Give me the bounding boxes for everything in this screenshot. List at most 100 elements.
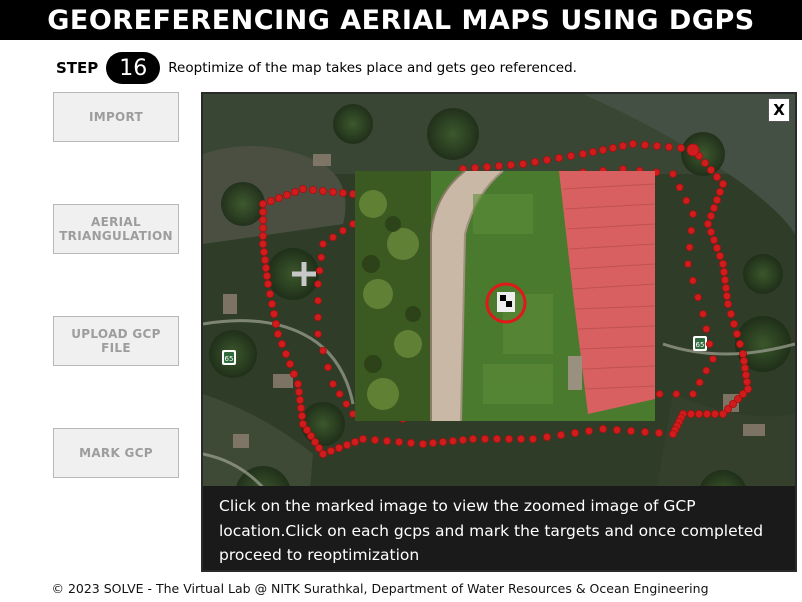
gcp-marker-dot[interactable] bbox=[458, 435, 467, 444]
gcp-marker-dot[interactable] bbox=[542, 432, 551, 441]
gcp-marker-dot[interactable] bbox=[702, 409, 711, 418]
gcp-marker-dot[interactable] bbox=[640, 427, 649, 436]
gcp-marker-dot[interactable] bbox=[295, 387, 304, 396]
gcp-marker-dot[interactable] bbox=[598, 424, 607, 433]
gcp-marker-dot[interactable] bbox=[706, 212, 715, 221]
gcp-marker-dot[interactable] bbox=[268, 299, 277, 308]
gcp-marker-dot[interactable] bbox=[741, 363, 750, 372]
gcp-marker-dot[interactable] bbox=[668, 429, 677, 438]
gcp-marker-dot[interactable] bbox=[730, 319, 739, 328]
gcp-marker-dot[interactable] bbox=[694, 409, 703, 418]
gcp-marker-dot[interactable] bbox=[358, 434, 367, 443]
gcp-marker-dot[interactable] bbox=[314, 296, 322, 305]
gcp-marker-dot[interactable] bbox=[482, 163, 491, 172]
gcp-marker-dot[interactable] bbox=[684, 260, 692, 268]
gcp-marker-dot[interactable] bbox=[608, 144, 617, 153]
gcp-marker-dot[interactable] bbox=[687, 226, 696, 235]
gcp-marker-dot[interactable] bbox=[309, 186, 318, 195]
gcp-marker-dot[interactable] bbox=[712, 196, 721, 205]
gcp-marker-dot[interactable] bbox=[259, 208, 268, 217]
gcp-marker-dot[interactable] bbox=[448, 436, 457, 445]
gcp-marker-dot[interactable] bbox=[686, 143, 700, 157]
gcp-marker-dot[interactable] bbox=[669, 170, 677, 178]
gcp-marker-dot[interactable] bbox=[492, 434, 501, 443]
gcp-marker-dot[interactable] bbox=[705, 340, 714, 348]
gcp-marker-dot[interactable] bbox=[438, 437, 447, 446]
gcp-marker-dot[interactable] bbox=[296, 395, 305, 404]
gcp-marker-dot[interactable] bbox=[428, 438, 437, 447]
gcp-marker-dot[interactable] bbox=[566, 152, 575, 161]
gcp-marker-dot[interactable] bbox=[709, 204, 718, 213]
gcp-marker-dot[interactable] bbox=[719, 409, 728, 418]
gcp-marker-dot[interactable] bbox=[314, 313, 322, 322]
gcp-marker-dot[interactable] bbox=[654, 428, 663, 437]
gcp-marker-dot[interactable] bbox=[470, 164, 479, 173]
gcp-marker-dot[interactable] bbox=[739, 349, 748, 358]
gcp-marker-dot[interactable] bbox=[516, 434, 525, 443]
gcp-marker-dot[interactable] bbox=[382, 436, 391, 445]
gcp-marker-dot[interactable] bbox=[504, 434, 513, 443]
gcp-marker-dot[interactable] bbox=[736, 339, 745, 348]
gcp-marker-dot[interactable] bbox=[685, 243, 694, 252]
mark-gcp-button[interactable]: MARK GCP bbox=[53, 428, 179, 478]
gcp-marker-dot[interactable] bbox=[297, 403, 306, 412]
gcp-marker-dot[interactable] bbox=[719, 180, 728, 189]
close-button[interactable]: X bbox=[768, 98, 790, 122]
gcp-marker-dot[interactable] bbox=[570, 428, 579, 437]
gcp-marker-dot[interactable] bbox=[740, 356, 749, 365]
gcp-marker-dot[interactable] bbox=[342, 400, 351, 408]
gcp-marker-dot[interactable] bbox=[263, 271, 272, 280]
gcp-marker-dot[interactable] bbox=[702, 366, 711, 375]
gcp-marker-dot[interactable] bbox=[319, 187, 328, 196]
gcp-marker-dot[interactable] bbox=[689, 276, 697, 285]
gcp-marker-dot[interactable] bbox=[468, 434, 477, 443]
gcp-marker-dot[interactable] bbox=[709, 355, 717, 363]
gcp-marker-dot[interactable] bbox=[324, 363, 332, 372]
gcp-marker-dot[interactable] bbox=[278, 339, 287, 348]
gcp-marker-dot[interactable] bbox=[275, 194, 284, 203]
gcp-marker-dot[interactable] bbox=[716, 251, 725, 260]
gcp-marker-dot[interactable] bbox=[494, 162, 503, 171]
gcp-marker-dot[interactable] bbox=[259, 223, 268, 232]
gcp-marker-dot[interactable] bbox=[719, 259, 728, 268]
gcp-marker-dot[interactable] bbox=[266, 289, 275, 298]
gcp-marker-dot[interactable] bbox=[706, 227, 715, 236]
gcp-marker-dot[interactable] bbox=[350, 437, 359, 446]
gcp-marker-dot[interactable] bbox=[676, 144, 685, 153]
gcp-marker-dot[interactable] bbox=[675, 183, 684, 192]
gcp-marker-dot[interactable] bbox=[578, 150, 587, 159]
gcp-marker-dot[interactable] bbox=[694, 293, 702, 302]
gcp-marker-dot[interactable] bbox=[262, 263, 271, 272]
gcp-marker-dot[interactable] bbox=[259, 200, 268, 209]
gcp-marker-dot[interactable] bbox=[699, 310, 707, 318]
gcp-marker-dot[interactable] bbox=[556, 430, 565, 439]
gcp-marker-dot[interactable] bbox=[727, 309, 736, 318]
gcp-marker-dot[interactable] bbox=[260, 247, 269, 256]
gcp-marker-dot[interactable] bbox=[720, 267, 729, 276]
gcp-marker-dot[interactable] bbox=[598, 146, 607, 155]
gcp-marker-dot[interactable] bbox=[588, 148, 597, 157]
gcp-marker-dot[interactable] bbox=[319, 240, 327, 248]
gcp-marker-dot[interactable] bbox=[716, 188, 725, 197]
gcp-marker-dot[interactable] bbox=[418, 439, 427, 448]
import-button[interactable]: IMPORT bbox=[53, 92, 179, 142]
gcp-marker-dot[interactable] bbox=[299, 419, 308, 428]
gcp-marker-dot[interactable] bbox=[618, 142, 627, 151]
gcp-marker-dot[interactable] bbox=[274, 329, 283, 338]
gcp-marker-dot[interactable] bbox=[406, 438, 415, 447]
gcp-marker-dot[interactable] bbox=[689, 390, 697, 398]
gcp-marker-dot[interactable] bbox=[686, 409, 695, 418]
aerial-triangulation-button[interactable]: AERIAL TRIANGULATION bbox=[53, 204, 179, 254]
gcp-marker-dot[interactable] bbox=[259, 239, 268, 248]
gcp-marker-dot[interactable] bbox=[317, 253, 326, 262]
gcp-marker-dot[interactable] bbox=[315, 266, 324, 275]
gcp-marker-dot[interactable] bbox=[261, 255, 270, 264]
gcp-marker-dot[interactable] bbox=[626, 426, 635, 435]
gcp-marker-dot[interactable] bbox=[709, 235, 718, 244]
zoomed-gcp-image[interactable] bbox=[355, 170, 656, 422]
gcp-marker-dot[interactable] bbox=[710, 409, 719, 418]
gcp-marker-dot[interactable] bbox=[342, 440, 351, 449]
gcp-marker-dot[interactable] bbox=[628, 140, 637, 149]
gcp-marker-dot[interactable] bbox=[319, 346, 327, 355]
gcp-marker-dot[interactable] bbox=[695, 378, 704, 387]
